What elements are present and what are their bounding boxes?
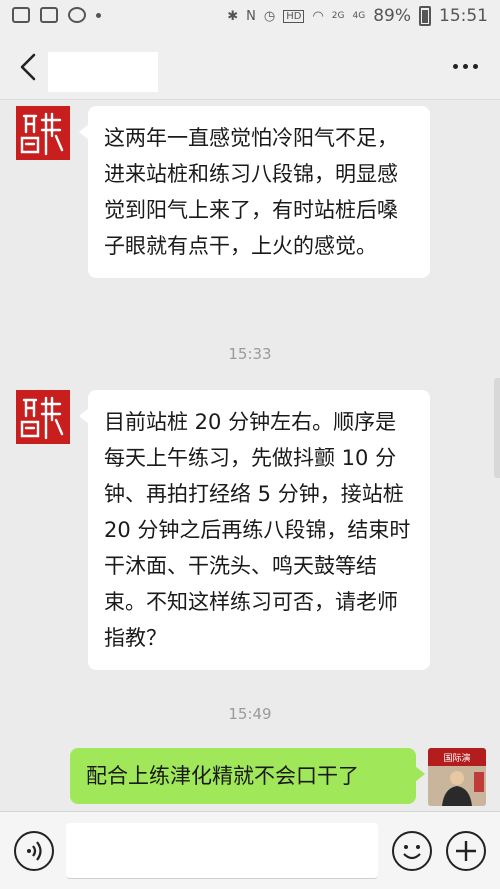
nfc-icon: N [246,8,256,24]
emoji-icon[interactable] [392,831,432,871]
plus-icon[interactable] [446,831,486,871]
message-bubble-incoming[interactable]: 目前站桩 20 分钟左右。顺序是每天上午练习，先做抖颤 10 分钟、再拍打经络 … [79,390,430,670]
timestamp: 15:33 [228,345,272,363]
message-bubble-incoming[interactable]: 这两年一直感觉怕冷阳气不足，进来站桩和练习八段锦，明显感觉到阳气上来了，有时站桩… [79,106,430,278]
timestamp: 15:49 [228,705,272,723]
chat-header [0,34,500,100]
battery-percent: 89% [373,6,411,26]
chevron-left-icon[interactable] [14,52,42,82]
message-bubble-outgoing[interactable]: 配合上练津化精就不会口干了 [70,748,425,804]
input-bar [0,811,500,889]
wifi-icon: ◠ [312,8,324,24]
avatar-seal[interactable] [16,106,70,160]
message-list[interactable]: 这两年一直感觉怕冷阳气不足，进来站桩和练习八段锦，明显感觉到阳气上来了，有时站桩… [0,100,500,811]
avatar-self[interactable]: 国际演 [428,748,486,806]
avatar-seal[interactable] [16,390,70,444]
message-text: 这两年一直感觉怕冷阳气不足，进来站桩和练习八段锦，明显感觉到阳气上来了，有时站桩… [104,126,398,258]
image-icon [40,7,58,23]
avatar-banner-text: 国际演 [443,752,470,764]
voice-icon[interactable] [14,831,54,871]
gallery-icon [12,7,30,23]
chat-title-redacted [48,52,158,92]
network-4g: 4G [352,11,366,21]
message-text: 配合上练津化精就不会口干了 [86,764,359,788]
message-input[interactable] [66,823,378,879]
alarm-icon: ◷ [263,8,276,24]
app-s-icon [68,7,86,23]
battery-icon [419,6,431,26]
notification-dot-icon [96,12,101,18]
hd-badge: HD [283,9,305,23]
more-dots-icon[interactable] [453,64,478,69]
network-2g: 2G [331,11,345,21]
clock: 15:51 [439,6,488,26]
message-text: 目前站桩 20 分钟左右。顺序是每天上午练习，先做抖颤 10 分钟、再拍打经络 … [104,410,411,650]
bluetooth-icon: ✱ [227,8,239,24]
scroll-indicator[interactable] [494,378,500,478]
status-bar: ✱ N ◷ HD ◠ 2G 4G 89% 15:51 [0,0,500,34]
